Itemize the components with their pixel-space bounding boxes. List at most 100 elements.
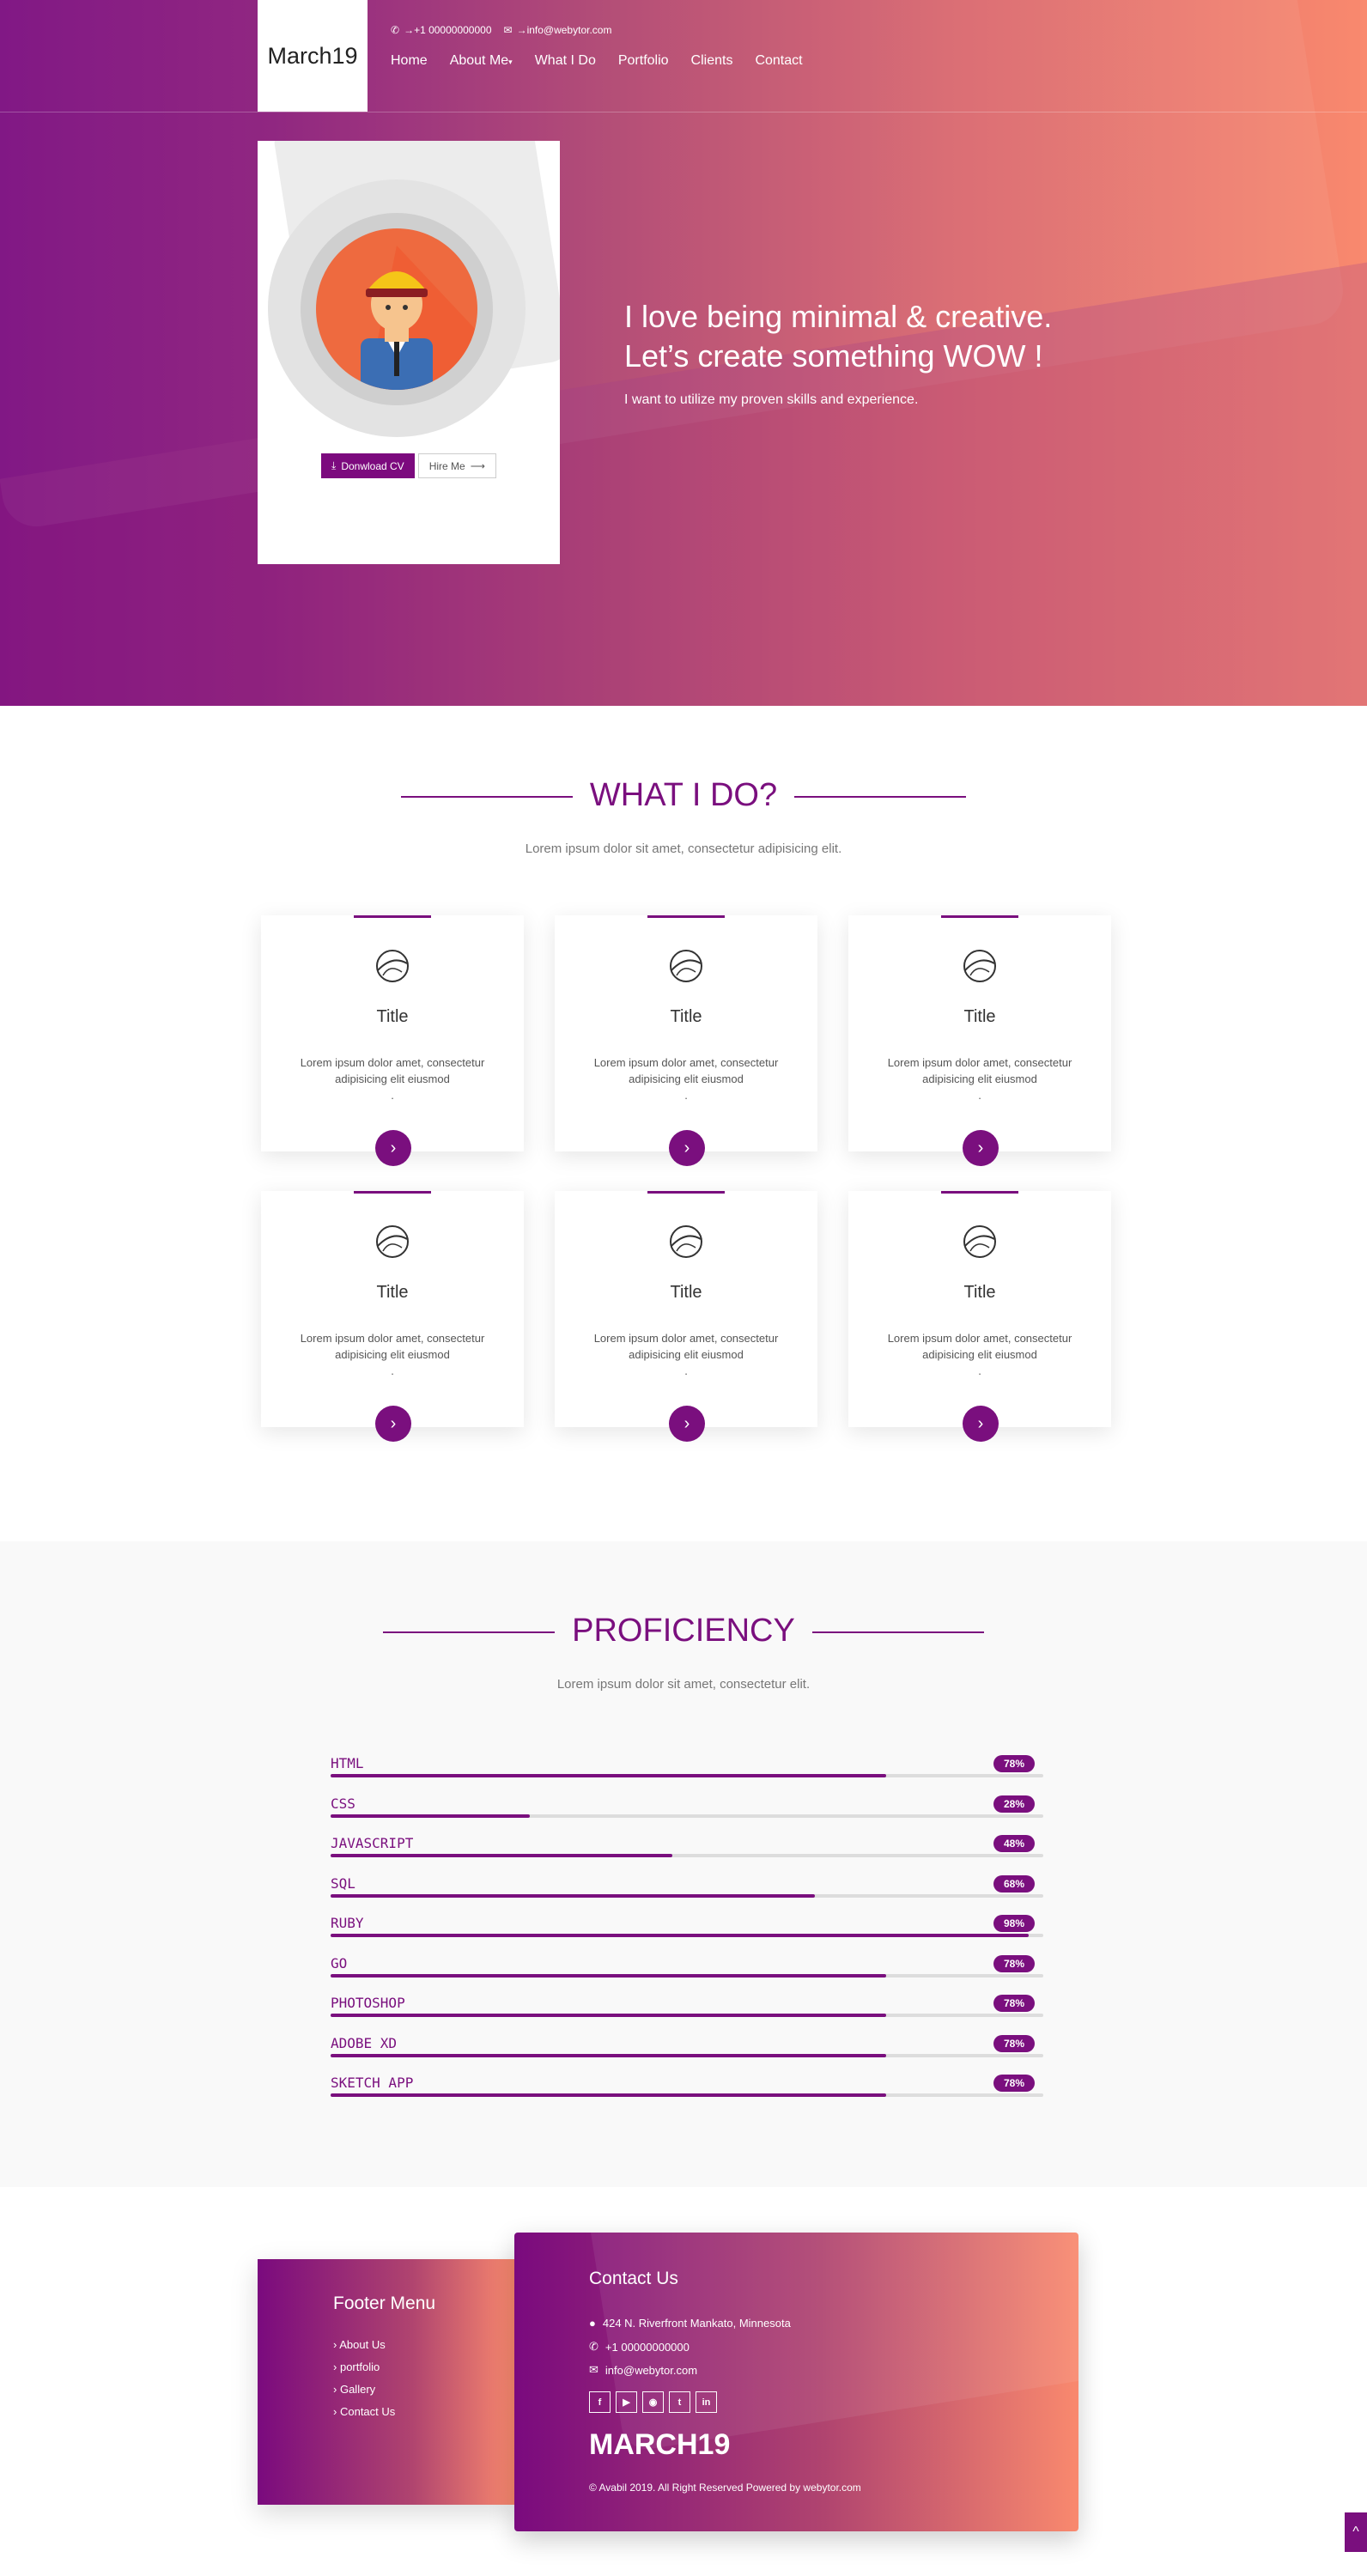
footer-menu-title: Footer Menu xyxy=(333,2293,436,2313)
skill-track xyxy=(331,2014,1043,2017)
service-card-more-button[interactable]: › xyxy=(375,1406,411,1442)
title-rule xyxy=(400,795,573,798)
hero-headline: I love being minimal & creative. Let’s c… xyxy=(624,297,1052,376)
globe-sketch-icon xyxy=(670,950,702,982)
top-contact-bar: ✆ →+1 00000000000 ✉ →info@webytor.com xyxy=(391,24,611,36)
service-card-desc-text: Lorem ipsum dolor amet, consectetur adip… xyxy=(887,1056,1072,1085)
site-logo[interactable]: March19 xyxy=(258,0,368,112)
top-email-text: →info@webytor.com xyxy=(516,24,612,36)
nav-clients[interactable]: Clients xyxy=(691,53,733,69)
footer-link-label: About Us xyxy=(339,2338,386,2351)
hire-me-button[interactable]: Hire Me ⟶ xyxy=(417,453,496,478)
skill-fill xyxy=(331,1774,887,1777)
skill-name: ADOBE XD xyxy=(331,2034,398,2051)
skill-percent-badge: 98% xyxy=(993,1915,1035,1932)
skill-percent-badge: 78% xyxy=(993,2075,1035,2092)
chevron-right-icon: › xyxy=(977,1138,984,1157)
service-card-desc-text: Lorem ipsum dolor amet, consectetur adip… xyxy=(593,1056,779,1085)
facebook-icon[interactable]: f xyxy=(589,2391,611,2413)
footer-brand: MARCH19 xyxy=(589,2428,731,2461)
back-to-top-button[interactable]: ^ xyxy=(1345,2512,1367,2552)
nav-contact[interactable]: Contact xyxy=(755,53,802,69)
youtube-icon[interactable]: ▶ xyxy=(616,2391,637,2413)
footer-copyright: © Avabil 2019. All Right Reserved Powere… xyxy=(589,2482,861,2494)
download-cv-label: Donwload CV xyxy=(341,459,404,472)
chevron-right-icon: › xyxy=(390,1413,397,1433)
footer-link-gallery[interactable]: › Gallery xyxy=(333,2383,395,2396)
top-email[interactable]: ✉ →info@webytor.com xyxy=(504,24,612,36)
service-card: Title Lorem ipsum dolor amet, consectetur… xyxy=(555,915,817,1166)
nav-what-i-do[interactable]: What I Do xyxy=(535,53,596,69)
service-card-desc: Lorem ipsum dolor amet, consectetur adip… xyxy=(874,1054,1085,1103)
footer-address-text: 424 N. Riverfront Mankato, Minnesota xyxy=(602,2317,791,2330)
skill-track xyxy=(331,1973,1043,1978)
top-phone[interactable]: ✆ →+1 00000000000 xyxy=(391,24,492,36)
chevron-right-icon: › xyxy=(333,2405,337,2418)
skill-row: SQL 68% xyxy=(331,1874,1043,1901)
footer-email[interactable]: ✉ info@webytor.com xyxy=(589,2363,697,2377)
chevron-right-icon: › xyxy=(333,2338,337,2351)
skill-fill xyxy=(331,2053,887,2057)
card-accent-bar xyxy=(354,915,431,918)
skill-name: CSS xyxy=(331,1795,355,1812)
chevron-right-icon: › xyxy=(390,1138,397,1157)
service-card-title: Title xyxy=(963,1007,996,1026)
service-card: Title Lorem ipsum dolor amet, consectetur… xyxy=(848,1191,1111,1442)
mail-icon: ✉ xyxy=(503,24,513,36)
service-card-desc: Lorem ipsum dolor amet, consectetur adip… xyxy=(580,1330,792,1379)
hero-buttons: ⤓ Donwload CV Hire Me ⟶ xyxy=(321,453,496,478)
service-card-title: Title xyxy=(376,1283,409,1302)
title-rule xyxy=(383,1631,556,1633)
service-card-desc-text: Lorem ipsum dolor amet, consectetur adip… xyxy=(887,1332,1072,1361)
service-card-desc-text: Lorem ipsum dolor amet, consectetur adip… xyxy=(300,1332,485,1361)
service-card-more-button[interactable]: › xyxy=(963,1130,999,1166)
skill-name: GO xyxy=(331,1954,348,1971)
nav-home[interactable]: Home xyxy=(391,53,428,69)
service-card-more-button[interactable]: › xyxy=(669,1406,705,1442)
skill-fill xyxy=(331,1854,673,1857)
service-card-desc: Lorem ipsum dolor amet, consectetur adip… xyxy=(580,1054,792,1103)
skill-percent-badge: 48% xyxy=(993,1835,1035,1852)
download-icon: ⤓ xyxy=(331,459,337,471)
skill-fill xyxy=(331,1973,887,1978)
footer-phone[interactable]: ✆ +1 00000000000 xyxy=(589,2340,690,2354)
service-card-dot: . xyxy=(684,1364,688,1377)
download-cv-button[interactable]: ⤓ Donwload CV xyxy=(321,453,415,478)
skill-fill xyxy=(331,1814,531,1818)
service-card: Title Lorem ipsum dolor amet, consectetur… xyxy=(848,915,1111,1166)
service-card-more-button[interactable]: › xyxy=(375,1130,411,1166)
twitter-icon[interactable]: t xyxy=(669,2391,690,2413)
service-card-dot: . xyxy=(391,1364,394,1377)
skill-row: SKETCH APP 78% xyxy=(331,2075,1043,2100)
mail-icon: ✉ xyxy=(589,2363,598,2376)
footer-link-about-us[interactable]: › About Us xyxy=(333,2338,395,2351)
phone-icon: ✆ xyxy=(589,2340,598,2353)
service-card-title: Title xyxy=(963,1283,996,1302)
service-card-more-button[interactable]: › xyxy=(963,1406,999,1442)
instagram-icon[interactable]: ◉ xyxy=(642,2391,664,2413)
skill-name: RUBY xyxy=(331,1915,364,1931)
profile-card: ⤓ Donwload CV Hire Me ⟶ xyxy=(258,141,560,564)
skill-name: JAVASCRIPT xyxy=(331,1835,414,1851)
service-card-dot: . xyxy=(978,1089,981,1102)
linkedin-icon[interactable]: in xyxy=(696,2391,717,2413)
skill-row: PHOTOSHOP 78% xyxy=(331,1995,1043,2020)
skill-row: CSS 28% xyxy=(331,1795,1043,1821)
service-card-dot: . xyxy=(391,1089,394,1102)
footer-link-contact-us[interactable]: › Contact Us xyxy=(333,2405,395,2418)
hero-headline-line1: I love being minimal & creative. xyxy=(624,299,1053,334)
globe-sketch-icon xyxy=(376,1225,409,1258)
nav-about-me[interactable]: About Me▾ xyxy=(450,53,513,69)
service-card-more-button[interactable]: › xyxy=(669,1130,705,1166)
footer-link-portfolio[interactable]: › portfolio xyxy=(333,2360,395,2373)
nav-portfolio[interactable]: Portfolio xyxy=(618,53,669,69)
service-card: Title Lorem ipsum dolor amet, consectetur… xyxy=(261,1191,524,1442)
services-subtitle: Lorem ipsum dolor sit amet, consectetur … xyxy=(525,841,842,856)
chevron-up-icon: ^ xyxy=(1352,2524,1359,2539)
chevron-right-icon: › xyxy=(333,2383,337,2396)
skill-track xyxy=(331,2053,1043,2057)
globe-sketch-icon xyxy=(670,1225,702,1258)
skill-percent-badge: 78% xyxy=(993,1954,1035,1972)
skill-row: JAVASCRIPT 48% xyxy=(331,1835,1043,1861)
footer-link-label: Gallery xyxy=(339,2383,376,2396)
